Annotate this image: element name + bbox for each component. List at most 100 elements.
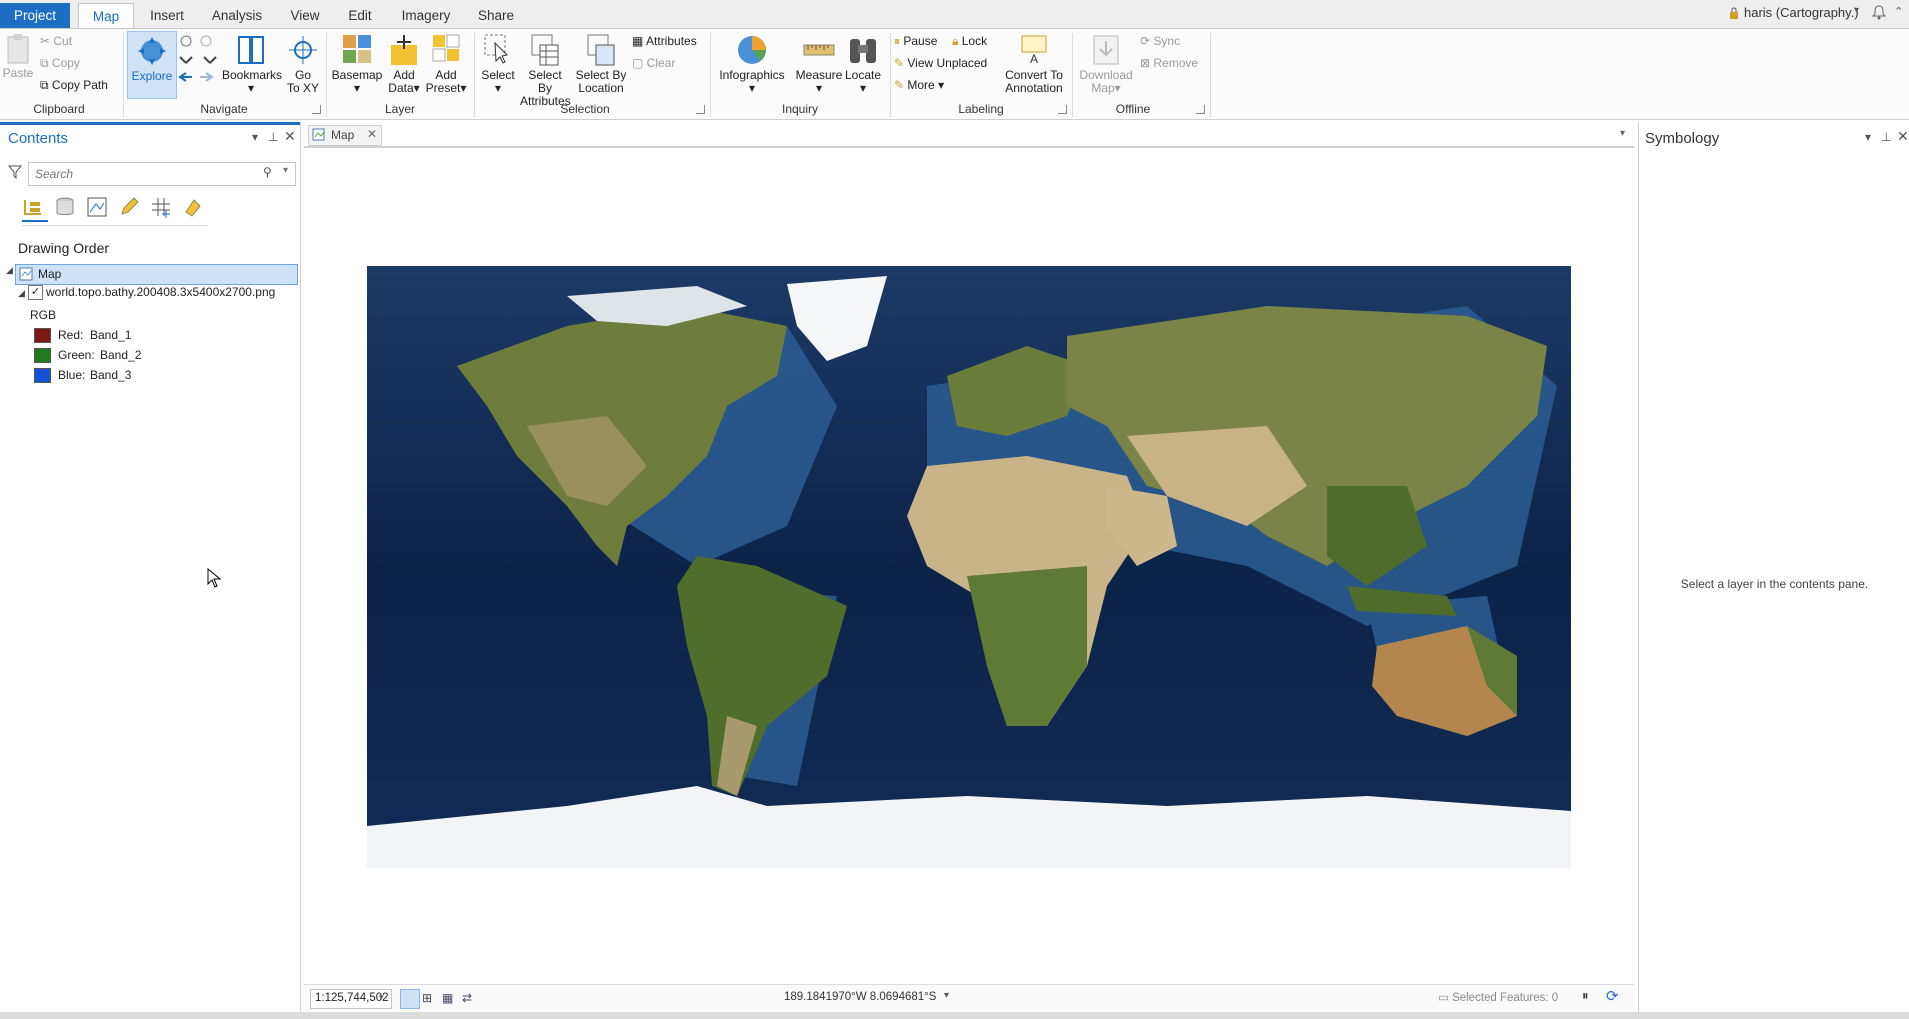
tab-insert[interactable]: Insert [140, 3, 194, 28]
drawing-order-heading: Drawing Order [18, 240, 110, 256]
add-data-button[interactable]: Add Data▾ [386, 33, 422, 95]
fixed-zoom-icon[interactable] [400, 989, 420, 1009]
pause-labeling-button[interactable]: ⏸ Pause [894, 32, 937, 50]
table-view-icon[interactable]: ▦ [442, 991, 453, 1005]
sync-button[interactable]: ⟳ Sync [1140, 32, 1180, 50]
tree-item-map[interactable]: Map [15, 264, 298, 285]
pin-icon[interactable]: ⊥ [1881, 130, 1891, 144]
grid-icon[interactable]: ⊞ [422, 991, 432, 1005]
explore-button[interactable]: Explore [127, 31, 177, 99]
pin-icon[interactable]: ⊥ [268, 130, 278, 144]
tab-analysis[interactable]: Analysis [204, 3, 270, 28]
tab-project[interactable]: Project [0, 3, 70, 28]
red-band-swatch[interactable] [34, 328, 51, 343]
rgb-label: RGB [30, 308, 57, 322]
blue-band-swatch[interactable] [34, 368, 51, 383]
user-dropdown-icon[interactable]: ▾ [1854, 5, 1859, 16]
tab-edit[interactable]: Edit [338, 3, 382, 28]
download-map-icon [1093, 35, 1119, 65]
basemap-button[interactable]: Basemap ▾ [330, 33, 384, 95]
pane-menu-icon[interactable]: ▾ [252, 130, 258, 144]
table-select-icon [531, 34, 559, 66]
list-by-drawing-order-icon[interactable] [22, 196, 44, 221]
world-map-raster[interactable] [367, 266, 1571, 868]
view-unplaced-button[interactable]: ✎ View Unplaced [894, 54, 987, 72]
bookmarks-button[interactable]: Bookmarks ▾ [222, 33, 282, 95]
list-by-editing-icon[interactable] [118, 196, 140, 221]
refresh-icon[interactable]: ⟳ [1606, 987, 1619, 1005]
blue-band-value: Band_3 [90, 368, 132, 382]
search-input[interactable] [33, 165, 257, 183]
search-options-icon[interactable]: ▾ [283, 165, 288, 176]
tab-map[interactable]: Map [78, 3, 134, 29]
search-icon[interactable]: ⚲ [263, 165, 272, 179]
offline-launcher-icon[interactable] [1196, 105, 1205, 114]
pause-drawing-icon[interactable]: ⏸ [1582, 988, 1589, 1004]
selection-launcher-icon[interactable] [696, 105, 705, 114]
locate-button[interactable]: Locate ▾ [840, 33, 886, 95]
notification-bell-icon[interactable] [1871, 4, 1887, 23]
pane-menu-icon[interactable]: ▾ [1865, 130, 1871, 144]
list-by-source-icon[interactable] [54, 196, 76, 221]
map-view-tab[interactable]: Map ✕ [308, 125, 382, 146]
close-tab-icon[interactable]: ✕ [367, 127, 377, 141]
copy-button[interactable]: ⧉ Copy [40, 54, 80, 72]
list-by-selection-icon[interactable] [86, 196, 108, 221]
measure-button[interactable]: Measure ▾ [792, 33, 846, 95]
list-by-labeling-icon[interactable] [182, 196, 204, 221]
table-icon: ▦ [632, 34, 647, 48]
user-account[interactable]: haris (Cartography.) [1744, 5, 1859, 20]
go-to-xy-button[interactable]: Go To XY [285, 33, 321, 95]
list-by-snapping-icon[interactable] [150, 196, 172, 221]
select-button[interactable]: Select ▾ [478, 33, 518, 95]
coordinate-system-chevron-icon[interactable]: ▾ [944, 990, 949, 1001]
copy-icon: ⧉ [40, 56, 52, 70]
close-pane-icon[interactable]: ✕ [1897, 128, 1909, 145]
contents-active-bar [0, 122, 300, 125]
infographics-button[interactable]: Infographics ▾ [714, 33, 790, 95]
chevron-down-icon: ▾ [353, 81, 361, 95]
convert-to-annotation-button[interactable]: A Convert To Annotation [1002, 33, 1066, 95]
collapse-layer-icon[interactable]: ◢ [18, 288, 25, 299]
paste-icon [7, 34, 29, 64]
select-by-location-button[interactable]: Select By Location [574, 33, 628, 95]
location-select-icon [587, 34, 615, 66]
cut-button[interactable]: ✂ Cut [40, 32, 72, 50]
chevron-down-icon: ▾ [460, 81, 467, 95]
paste-button[interactable]: Paste [2, 33, 34, 80]
navigate-launcher-icon[interactable] [312, 105, 321, 114]
labeling-launcher-icon[interactable] [1058, 105, 1067, 114]
scale-selector[interactable]: 1:125,744,502 ▾ [310, 989, 392, 1009]
annotation-icon: A [1021, 35, 1047, 66]
infographics-pie-icon [738, 36, 766, 64]
attributes-button[interactable]: ▦ Attributes [632, 32, 697, 50]
add-preset-button[interactable]: Add Preset▾ [424, 33, 468, 95]
contents-search-box[interactable]: ⚲ ▾ [28, 162, 296, 186]
green-band-swatch[interactable] [34, 348, 51, 363]
layer-name[interactable]: world.topo.bathy.200408.3x5400x2700.png [46, 285, 275, 299]
collapse-ribbon-icon[interactable]: ⌃ [1894, 5, 1903, 18]
download-map-button[interactable]: Download Map▾ [1076, 33, 1136, 95]
close-pane-icon[interactable]: ✕ [284, 128, 296, 145]
tab-imagery[interactable]: Imagery [394, 3, 458, 28]
flip-icon[interactable]: ⇄ [462, 991, 472, 1005]
offline-group-label: Offline [1115, 102, 1151, 116]
collapse-map-icon[interactable]: ◢ [6, 265, 13, 276]
tab-overflow-chevron-icon[interactable]: ▾ [1620, 128, 1625, 139]
chevron-down-icon: ▾ [413, 81, 420, 95]
tab-view[interactable]: View [280, 3, 330, 28]
clear-selection-button[interactable]: ▢ Clear [632, 54, 675, 72]
more-labeling-button[interactable]: ✎ More ▾ [894, 76, 944, 94]
filter-icon[interactable] [7, 165, 23, 182]
explore-hand-icon [138, 37, 166, 65]
selected-features-counter[interactable]: ▭ Selected Features: 0 [1438, 990, 1558, 1012]
remove-button[interactable]: ⊠ Remove [1140, 54, 1198, 72]
lock-labels-button[interactable]: 🔒︎ Lock [952, 32, 987, 50]
chevron-down-icon: ▾ [859, 81, 867, 95]
coordinates-readout: 189.1841970°W 8.0694681°S [784, 991, 937, 1003]
zoom-tools-icon[interactable] [178, 33, 218, 98]
layer-visibility-checkbox[interactable]: ✓ [28, 285, 43, 300]
copy-path-button[interactable]: ⧉ Copy Path [40, 76, 108, 94]
tab-share[interactable]: Share [468, 3, 524, 28]
select-by-attributes-button[interactable]: Select By Attributes [520, 33, 571, 108]
